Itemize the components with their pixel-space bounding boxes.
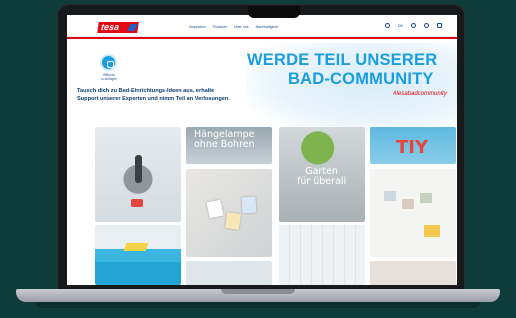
- photo-tile-string-frames[interactable]: [370, 169, 456, 257]
- tile-tiy-text: TIY: [396, 137, 429, 158]
- nav-item-ueber-uns[interactable]: Über uns: [234, 25, 249, 29]
- camera-notch: [248, 6, 300, 18]
- photo-tile-garden[interactable]: Garten für überall: [279, 127, 365, 222]
- tile-lamp-text: Hängelampe ohne Bohren: [194, 129, 255, 150]
- tile-object-red: [131, 199, 143, 207]
- instagram-glyph: [107, 61, 114, 68]
- nav-item-produkte[interactable]: Produkte: [213, 25, 227, 29]
- tile-object-yellow: [123, 243, 149, 251]
- photo-tile-bottle-cart[interactable]: [95, 127, 181, 222]
- nav-item-inspiration[interactable]: Inspiration: [189, 25, 206, 29]
- browser-screen: tesa Inspiration Produkte Über uns Nachh…: [67, 15, 457, 285]
- photo-tile-tiy[interactable]: TIY: [370, 127, 456, 164]
- photo-tile-col2-bottom[interactable]: [186, 261, 272, 285]
- tesa-logo[interactable]: tesa: [97, 22, 139, 33]
- laptop-base-lip: [221, 289, 295, 294]
- hashtag[interactable]: #tesabadcommunity: [393, 91, 447, 97]
- frame-2: [402, 199, 414, 209]
- nav-item-nachhaltigkeit[interactable]: Nachhaltigkeit: [256, 25, 279, 29]
- laptop-shadow: [36, 302, 480, 308]
- photo-tile-blue-table[interactable]: [95, 225, 181, 285]
- logo-stripe: [127, 24, 138, 31]
- photo-tile-photo-wall[interactable]: [186, 169, 272, 257]
- follow-text: Willst du zu Anfügen: [101, 73, 117, 81]
- language-selector[interactable]: DE: [398, 24, 403, 28]
- header-icons: DE: [385, 23, 442, 28]
- polaroid-2: [224, 212, 242, 230]
- cart-icon[interactable]: [436, 23, 442, 28]
- main-nav: Inspiration Produkte Über uns Nachhaltig…: [189, 25, 278, 29]
- frame-3: [420, 193, 432, 203]
- photo-tile-col4-bottom[interactable]: [370, 261, 456, 285]
- polaroid-3: [241, 196, 257, 214]
- hero-title-line2: BAD-COMMUNITY: [288, 70, 434, 88]
- tile-object-bottle: [135, 155, 142, 183]
- photo-tile-wall-grid[interactable]: [279, 225, 365, 285]
- intro-text: Tausch dich zu Bad-Einrichtungs-Ideen au…: [77, 88, 230, 102]
- instagram-icon[interactable]: [100, 54, 117, 71]
- frame-1: [384, 191, 396, 201]
- frame-yellow: [424, 225, 440, 237]
- wishlist-icon[interactable]: [423, 23, 429, 28]
- logo-text: tesa: [100, 22, 120, 32]
- hero-title-line1: WERDE TEIL UNSERER: [247, 51, 438, 69]
- site-header: tesa Inspiration Produkte Über uns Nachh…: [67, 15, 457, 37]
- polaroid-1: [206, 199, 224, 219]
- tile-garden-text: Garten für überall: [297, 166, 347, 187]
- photo-tile-lamp[interactable]: Hängelampe ohne Bohren: [186, 127, 272, 164]
- account-icon[interactable]: [410, 23, 416, 28]
- header-red-bar: [67, 37, 457, 39]
- search-icon[interactable]: [385, 23, 390, 28]
